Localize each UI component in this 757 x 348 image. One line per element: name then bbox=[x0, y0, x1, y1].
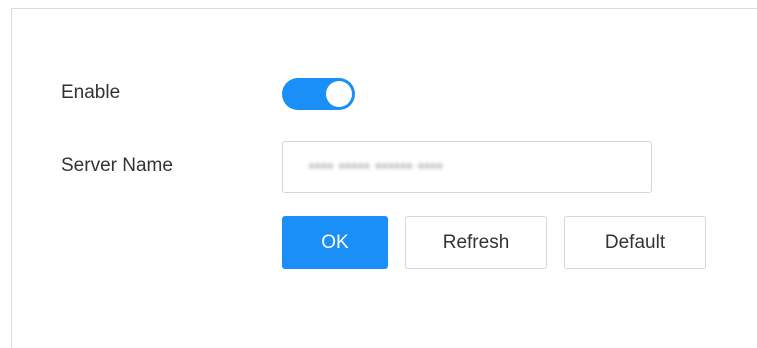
server-name-input[interactable]: •••• ••••• •••••• •••• bbox=[282, 141, 652, 193]
server-name-value: •••• ••••• •••••• •••• bbox=[309, 158, 444, 175]
toggle-knob bbox=[326, 81, 352, 107]
enable-toggle[interactable] bbox=[282, 78, 355, 110]
enable-label: Enable bbox=[61, 82, 121, 103]
ok-button[interactable]: OK bbox=[282, 216, 388, 269]
server-name-label: Server Name bbox=[61, 155, 173, 176]
default-button[interactable]: Default bbox=[564, 216, 706, 269]
refresh-button[interactable]: Refresh bbox=[405, 216, 547, 269]
